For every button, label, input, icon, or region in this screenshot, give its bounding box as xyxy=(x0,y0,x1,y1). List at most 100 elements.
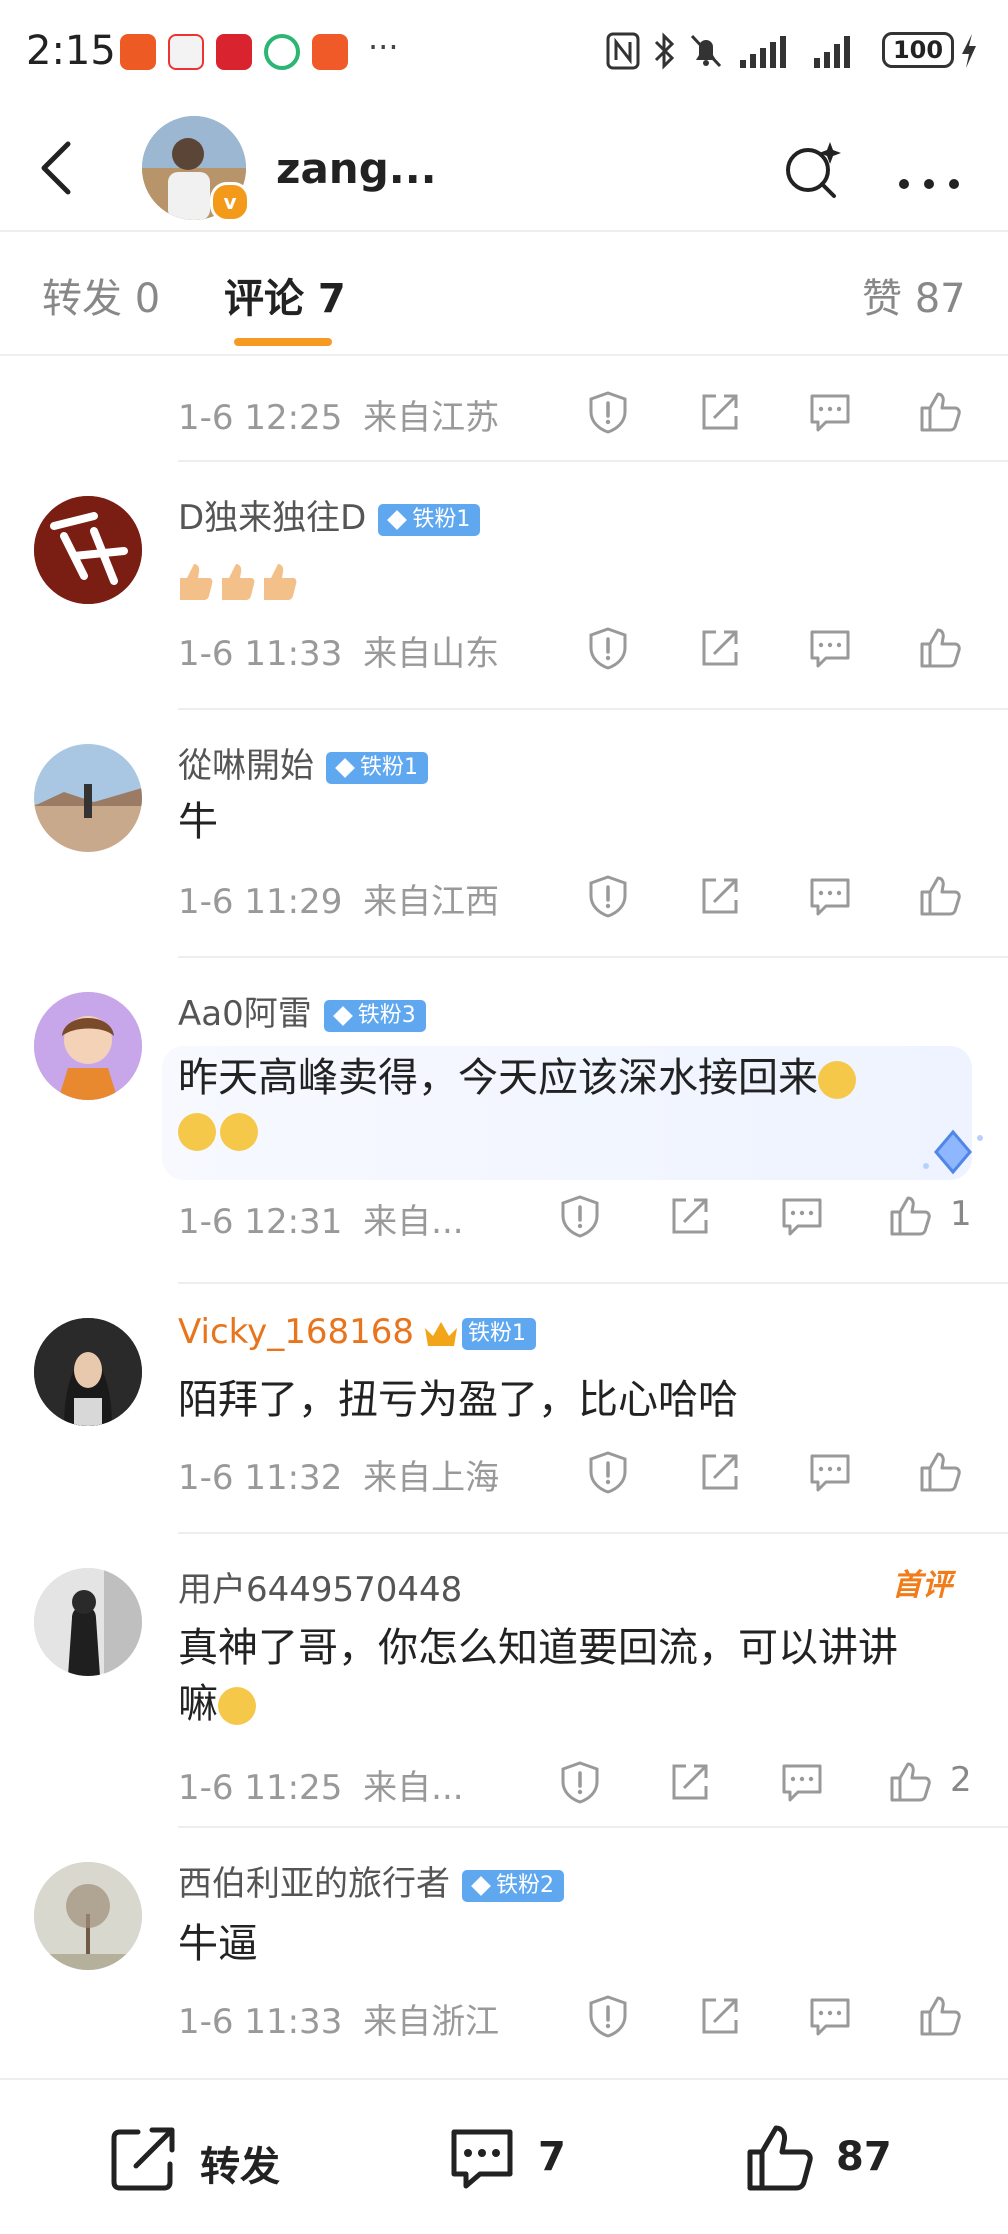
reply-button[interactable] xyxy=(808,1994,852,2038)
like-count: 1 xyxy=(950,1194,972,1234)
comment-text xyxy=(178,552,304,608)
share-button[interactable] xyxy=(698,626,742,670)
share-button[interactable] xyxy=(698,390,742,434)
commenter-name[interactable]: Vicky_168168 铁粉1 xyxy=(178,1312,537,1352)
commenter-avatar[interactable] xyxy=(34,1318,142,1426)
report-button[interactable] xyxy=(558,1760,602,1804)
back-button[interactable] xyxy=(34,136,78,200)
charging-icon xyxy=(958,32,980,70)
recycle-notification-icon xyxy=(264,34,300,70)
reply-button[interactable] xyxy=(780,1760,824,1804)
shield-alert-icon xyxy=(589,875,627,918)
report-button[interactable] xyxy=(586,1994,630,2038)
comment-meta: 1-6 11:25 来自... xyxy=(178,1760,464,1809)
comment-icon xyxy=(810,630,850,668)
comment-location: 来自上海 xyxy=(363,1458,500,1498)
share-icon xyxy=(702,630,738,666)
repost-icon xyxy=(111,2127,175,2191)
like-action-button[interactable]: 87 xyxy=(744,2080,924,2234)
send-notification-icon xyxy=(312,34,348,70)
commenter-avatar[interactable] xyxy=(34,992,142,1100)
comment-action-button[interactable]: 7 xyxy=(446,2080,606,2234)
share-button[interactable] xyxy=(668,1194,712,1238)
more-options-button[interactable] xyxy=(896,158,962,204)
report-button[interactable] xyxy=(586,390,630,434)
commenter-name[interactable]: Aa0阿雷 铁粉3 xyxy=(178,986,426,1035)
commenter-name[interactable]: 用户6449570448 xyxy=(178,1562,462,1611)
avatar-anime-image xyxy=(34,992,142,1100)
commenter-avatar[interactable] xyxy=(34,744,142,852)
bluetooth-icon xyxy=(652,32,678,70)
comment-item: Aa0阿雷 铁粉3 昨天高峰卖得，今天应该深水接回来 1-6 12:31 来自..… xyxy=(0,958,1008,1284)
comment-meta: 1-6 12:25 来自江苏 xyxy=(178,390,499,439)
shield-alert-icon xyxy=(561,1761,599,1804)
share-button[interactable] xyxy=(668,1760,712,1804)
commenter-name[interactable]: 從啉開始 铁粉1 xyxy=(178,738,428,787)
report-button[interactable] xyxy=(586,626,630,670)
comment-icon xyxy=(782,1764,822,1802)
report-button[interactable] xyxy=(558,1194,602,1238)
reply-button[interactable] xyxy=(808,626,852,670)
commenter-name[interactable]: D独来独往D 铁粉1 xyxy=(178,490,481,539)
thumbs-up-emoji-icon xyxy=(222,564,255,600)
reply-button[interactable] xyxy=(808,1450,852,1494)
like-count: 2 xyxy=(950,1760,972,1800)
commenter-name[interactable]: 西伯利亚的旅行者 铁粉2 xyxy=(178,1856,564,1905)
comment-icon xyxy=(782,1198,822,1236)
like-button[interactable] xyxy=(918,626,962,670)
commenter-avatar[interactable] xyxy=(34,496,142,604)
share-button[interactable] xyxy=(698,1994,742,2038)
like-count-total: 87 xyxy=(836,2134,892,2180)
avatar-mirror-selfie-image xyxy=(34,1568,142,1676)
status-time: 2:15 xyxy=(26,28,116,74)
commenter-name-text[interactable]: 西伯利亚的旅行者 xyxy=(178,1864,450,1904)
like-button[interactable] xyxy=(918,874,962,918)
like-button[interactable] xyxy=(918,1994,962,2038)
like-button[interactable] xyxy=(918,1450,962,1494)
reply-button[interactable] xyxy=(808,390,852,434)
like-button[interactable] xyxy=(888,1194,932,1238)
repost-label: 转发 xyxy=(200,2144,280,2190)
bottom-action-bar: 转发 7 87 xyxy=(0,2078,1008,2234)
comment-text: 牛逼 xyxy=(178,1921,258,1967)
first-comment-badge: 首评 xyxy=(892,1568,952,1603)
comment-time: 1-6 12:31 xyxy=(178,1202,343,1242)
report-button[interactable] xyxy=(586,1450,630,1494)
chart-notification-icon xyxy=(216,34,252,70)
tab-reposts[interactable]: 转发 0 xyxy=(42,266,160,324)
thumbs-up-icon xyxy=(890,1196,931,1236)
commenter-avatar[interactable] xyxy=(34,1568,142,1676)
battery-indicator: 100 xyxy=(882,32,954,68)
active-tab-indicator xyxy=(234,338,332,346)
comment-icon xyxy=(810,394,850,432)
like-button[interactable] xyxy=(888,1760,932,1804)
signal-2-icon xyxy=(812,32,864,70)
search-button[interactable] xyxy=(780,138,844,202)
commenter-name-text[interactable]: 從啉開始 xyxy=(178,746,314,786)
comment-item: Vicky_168168 铁粉1 陌拜了，扭亏为盈了，比心哈哈 1-6 11:32… xyxy=(0,1284,1008,1534)
comment-location: 来自山东 xyxy=(363,634,500,674)
commenter-avatar[interactable] xyxy=(34,1862,142,1970)
commenter-name-text[interactable]: D独来独往D xyxy=(178,498,366,538)
author-name[interactable]: zang... xyxy=(276,144,437,193)
comment-item: D独来独往D 铁粉1 1-6 11:33 来自山东 xyxy=(0,462,1008,710)
tab-comments[interactable]: 评论 7 xyxy=(224,266,346,324)
reply-button[interactable] xyxy=(780,1194,824,1238)
crown-icon xyxy=(425,1321,458,1346)
report-button[interactable] xyxy=(586,874,630,918)
share-button[interactable] xyxy=(698,874,742,918)
repost-button[interactable]: 转发 xyxy=(104,2080,304,2234)
commenter-name-text[interactable]: Vicky_168168 xyxy=(178,1312,414,1352)
like-button[interactable] xyxy=(918,390,962,434)
comment-text: 昨天高峰卖得，今天应该深水接回来 xyxy=(178,1050,860,1106)
shield-alert-icon xyxy=(589,1995,627,2038)
tab-likes[interactable]: 赞 87 xyxy=(862,266,966,324)
verified-badge: v xyxy=(210,182,250,222)
comment-meta: 1-6 11:33 来自浙江 xyxy=(178,1994,499,2043)
share-icon xyxy=(672,1764,708,1800)
share-button[interactable] xyxy=(698,1450,742,1494)
fan-badge-label: 铁粉2 xyxy=(496,1872,554,1898)
reply-button[interactable] xyxy=(808,874,852,918)
commenter-name-text[interactable]: Aa0阿雷 xyxy=(178,994,312,1034)
mute-bell-icon xyxy=(688,32,724,70)
